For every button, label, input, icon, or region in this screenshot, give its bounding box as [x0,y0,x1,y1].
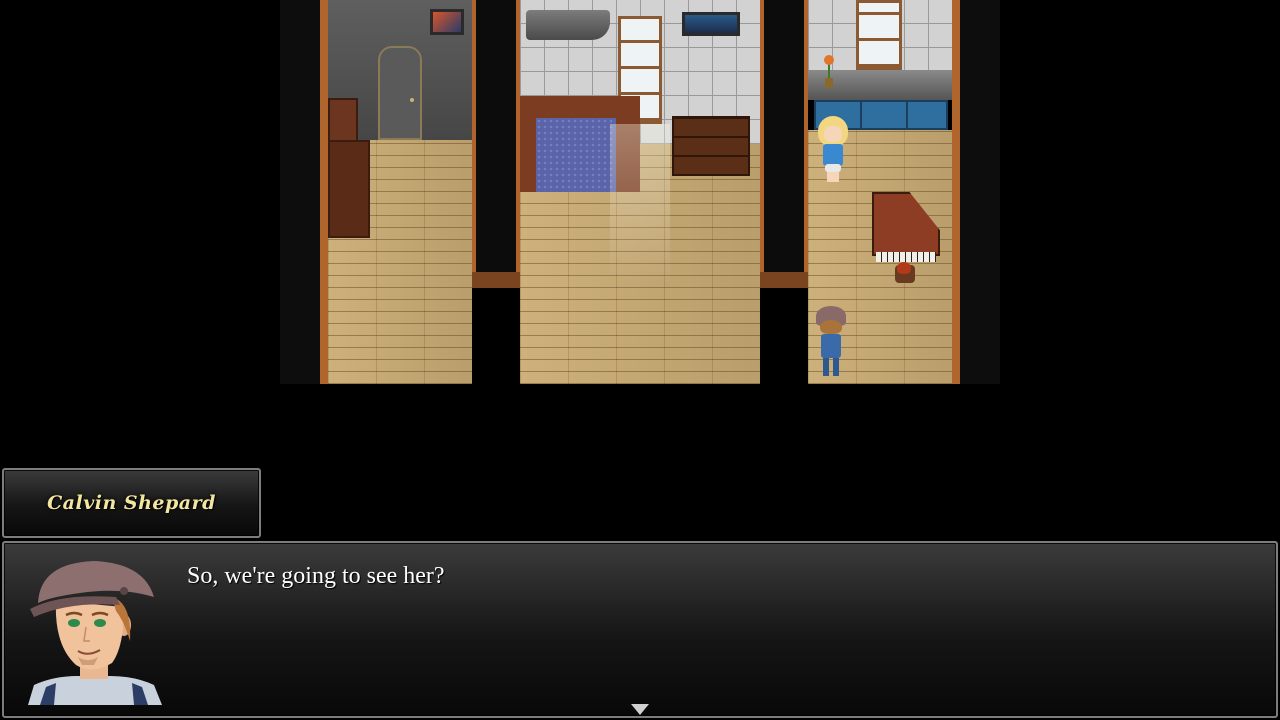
game-map [280,0,1000,384]
hallway-door[interactable] [378,46,422,140]
outer-wall-right [960,0,1000,384]
girl-dress [823,144,843,166]
wall-trim-left [320,0,328,384]
dresser[interactable] [672,116,750,176]
player-leg-right [833,358,839,376]
blonde-girl-sprite[interactable] [816,116,850,186]
girl-legs [827,172,839,182]
wall-trim-right [952,0,960,384]
door-knob [410,98,414,102]
girl-face [824,126,842,142]
divider-base-left [472,272,520,288]
player-hair [820,320,842,334]
player-sprite[interactable] [814,306,848,380]
painting-seascape [682,12,740,36]
bed-blanket[interactable] [536,118,616,192]
air-conditioner [526,10,610,40]
message-window[interactable]: So, we're going to see her? [2,541,1278,718]
dialogue-message: So, we're going to see her? [187,563,445,589]
painting-sunset [430,9,464,35]
kitchen-window [856,0,902,70]
outer-wall-left [280,0,320,384]
calvin-portrait [28,561,162,705]
player-leg-left [823,358,829,376]
speaker-name-box: Calvin Shepard [2,468,261,538]
piano-keys [876,252,936,262]
side-cabinet[interactable] [328,140,370,238]
speaker-portrait [20,557,168,705]
flower-pot [825,78,833,88]
divider-base-right [760,272,808,288]
window-light [610,124,670,284]
girl-skirt [825,164,841,172]
player-overalls [821,334,841,358]
child-at-piano[interactable] [897,262,911,274]
room-divider-left [472,0,520,276]
room-divider-right [760,0,808,276]
continue-triangle-down-icon[interactable] [631,704,649,715]
speaker-name: Calvin Shepard [47,492,216,514]
flower-icon [824,55,834,65]
